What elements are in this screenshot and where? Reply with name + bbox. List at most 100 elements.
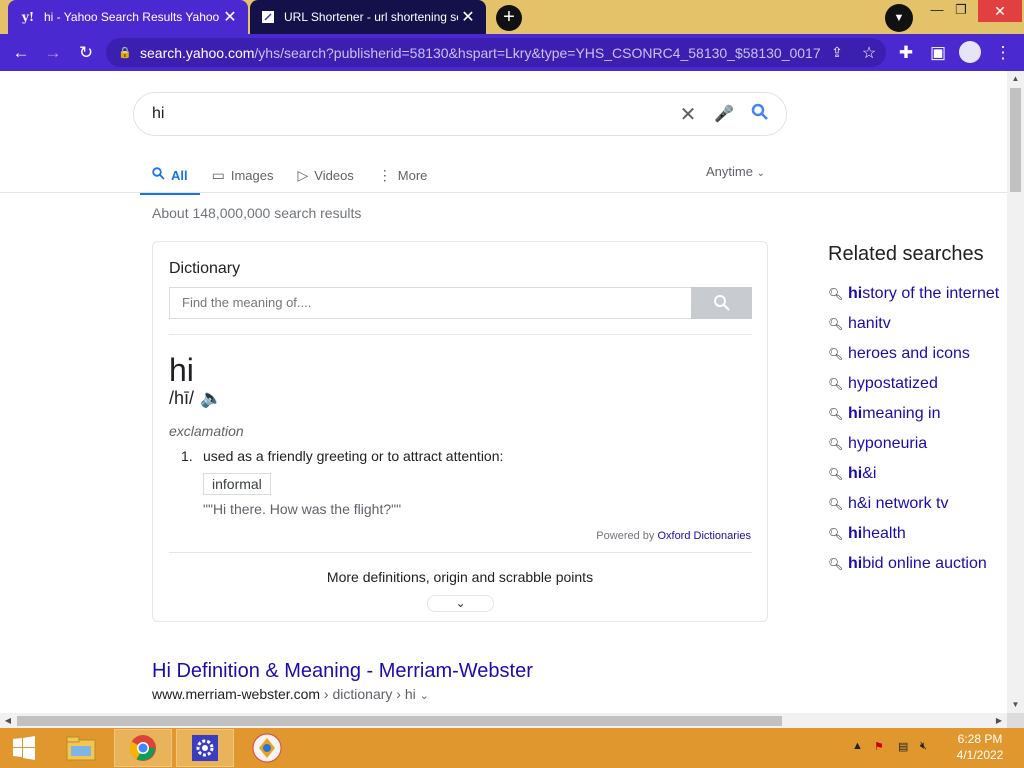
tab-search-button[interactable]: ▼	[885, 4, 913, 32]
search-icon: 🔍︎	[828, 467, 844, 481]
tab-videos[interactable]: ▷ Videos	[286, 159, 366, 191]
share-icon[interactable]: ⇪	[822, 44, 852, 61]
bookmark-star-icon[interactable]: ☆	[852, 43, 886, 63]
horizontal-scrollbar[interactable]: ◀ ▶	[0, 713, 1007, 728]
time-filter-dropdown[interactable]: Anytime ⌄	[706, 164, 765, 179]
tab-yahoo-search[interactable]: y! hi - Yahoo Search Results Yahoo Searc…	[8, 0, 248, 34]
search-icon[interactable]	[742, 103, 778, 126]
related-search-item[interactable]: 🔍︎ h&i network tv	[828, 489, 1006, 519]
usage-tag: informal	[203, 473, 271, 495]
tab-close-icon[interactable]: ✕	[458, 7, 478, 27]
file-explorer-icon[interactable]	[52, 729, 110, 767]
windows-start-icon[interactable]	[0, 729, 48, 767]
result-url: www.merriam-webster.com › dictionary › h…	[152, 686, 429, 702]
result-count: About 148,000,000 search results	[152, 205, 362, 221]
search-icon: 🔍︎	[828, 527, 844, 541]
profile-avatar[interactable]	[959, 41, 981, 63]
usage-example: ""Hi there. How was the flight?""	[203, 501, 402, 517]
related-search-item[interactable]: 🔍︎ hi bid online auction	[828, 549, 1006, 579]
side-panel-icon[interactable]: ▣	[927, 42, 949, 64]
tab-title: URL Shortener - url shortening service	[284, 10, 458, 24]
pronunciation-text: /hī/	[169, 388, 195, 408]
minimize-icon[interactable]: —	[928, 2, 946, 20]
restore-icon[interactable]: ❐	[952, 2, 970, 20]
link-favicon-icon	[260, 9, 276, 25]
related-searches-list: 🔍︎ hi story of the internet 🔍︎ hanitv 🔍︎ her…	[828, 279, 1006, 579]
chevron-down-icon: ⌄	[756, 168, 765, 179]
dictionary-search-input[interactable]: Find the meaning of....	[169, 287, 691, 319]
reload-icon[interactable]: ↻	[75, 42, 97, 64]
related-search-item[interactable]: 🔍︎ heroes and icons	[828, 339, 1006, 369]
clear-icon[interactable]: ✕	[670, 102, 706, 127]
search-icon: 🔍︎	[828, 377, 844, 391]
pronunciation: /hī/ 🔈	[169, 388, 222, 409]
search-icon: 🔍︎	[828, 437, 844, 451]
scroll-up-icon[interactable]: ▲	[1007, 71, 1024, 87]
network-icon[interactable]: ▤	[898, 740, 908, 753]
play-icon: ▷	[297, 166, 309, 183]
search-box[interactable]: hi ✕ 🎤	[133, 92, 787, 136]
search-input[interactable]: hi	[152, 105, 670, 123]
vertical-scroll-thumb[interactable]	[1010, 88, 1021, 192]
tab-label: Images	[230, 167, 274, 183]
scroll-left-icon[interactable]: ◀	[0, 713, 16, 728]
window-close-button[interactable]: ✕	[978, 0, 1022, 22]
related-search-item[interactable]: 🔍︎ hyponeuria	[828, 429, 1006, 459]
image-icon: ▭	[211, 166, 225, 183]
settings-gear-icon[interactable]	[176, 729, 234, 767]
action-center-flag-icon[interactable]: ⚑	[874, 740, 884, 753]
chrome-icon[interactable]	[114, 729, 172, 767]
search-icon: 🔍︎	[828, 557, 844, 571]
windows-taskbar: ▲ ⚑ ▤ 🔇︎ 6:28 PM 4/1/2022	[0, 728, 1024, 768]
scroll-down-icon[interactable]: ▼	[1007, 697, 1024, 713]
tab-url-shortener[interactable]: URL Shortener - url shortening service ✕	[250, 0, 486, 34]
tab-more[interactable]: ⋮ More	[366, 159, 440, 191]
dictionary-card: Dictionary Find the meaning of.... hi /h…	[152, 241, 768, 622]
related-search-item[interactable]: 🔍︎ hi meaning in	[828, 399, 1006, 429]
oxford-dictionaries-link[interactable]: Oxford Dictionaries	[657, 530, 751, 542]
vertical-scrollbar[interactable]: ▲ ▼	[1007, 71, 1024, 713]
browser-titlebar: y! hi - Yahoo Search Results Yahoo Searc…	[0, 0, 1024, 34]
address-bar[interactable]: 🔒 search.yahoo.com /yhs/search?publisher…	[106, 38, 886, 67]
chevron-down-icon[interactable]: ⌄	[420, 690, 429, 702]
volume-muted-icon[interactable]: 🔇︎	[920, 740, 927, 753]
new-tab-button[interactable]: +	[496, 5, 522, 31]
browser-toolbar: ← → ↻ 🔒 search.yahoo.com /yhs/search?pub…	[0, 34, 1024, 71]
forward-icon[interactable]: →	[42, 42, 64, 64]
more-icon: ⋮	[377, 166, 392, 183]
tab-label: All	[171, 167, 188, 183]
show-hidden-icons-icon[interactable]: ▲	[852, 740, 863, 752]
lock-icon: 🔒	[118, 47, 132, 59]
related-search-item[interactable]: 🔍︎ hi story of the internet	[828, 279, 1006, 309]
definition-number: 1.	[181, 448, 193, 464]
extensions-icon[interactable]: ✚	[895, 42, 917, 64]
tab-close-icon[interactable]: ✕	[220, 7, 240, 27]
related-search-item[interactable]: 🔍︎ hypostatized	[828, 369, 1006, 399]
tab-all[interactable]: All	[140, 159, 200, 195]
definition-text: used as a friendly greeting or to attrac…	[203, 448, 504, 464]
related-search-item[interactable]: 🔍︎ hi health	[828, 519, 1006, 549]
page-content: hi ✕ 🎤 All ▭ Images ▷ Videos ⋮ More Anyt…	[0, 71, 1007, 713]
search-icon: 🔍︎	[828, 497, 844, 511]
microphone-icon[interactable]: 🎤	[706, 104, 742, 124]
dictionary-search-button[interactable]	[691, 287, 752, 319]
horizontal-scroll-thumb[interactable]	[17, 716, 782, 726]
result-title-link[interactable]: Hi Definition & Meaning - Merriam-Webste…	[152, 660, 533, 683]
more-definitions-link[interactable]: More definitions, origin and scrabble po…	[153, 569, 767, 585]
related-search-item[interactable]: 🔍︎ hi &i	[828, 459, 1006, 489]
tab-images[interactable]: ▭ Images	[200, 159, 286, 191]
system-clock[interactable]: 6:28 PM 4/1/2022	[950, 731, 1010, 763]
header-divider	[0, 192, 1007, 193]
related-search-item[interactable]: 🔍︎ hanitv	[828, 309, 1006, 339]
dictionary-title: Dictionary	[169, 260, 241, 277]
speaker-icon[interactable]: 🔈	[200, 388, 222, 409]
powered-prefix: Powered by	[596, 530, 655, 542]
scroll-right-icon[interactable]: ▶	[991, 713, 1007, 728]
menu-kebab-icon[interactable]: ⋮	[992, 42, 1014, 64]
url-path: /yhs/search?publisherid=58130&hspart=Lkr…	[254, 44, 822, 61]
security-app-icon[interactable]	[238, 729, 296, 767]
clock-time: 6:28 PM	[957, 732, 1003, 746]
back-icon[interactable]: ←	[10, 42, 32, 64]
search-vertical-tabs: All ▭ Images ▷ Videos ⋮ More	[140, 159, 440, 195]
expand-chevron-icon[interactable]: ⌄	[427, 595, 494, 612]
